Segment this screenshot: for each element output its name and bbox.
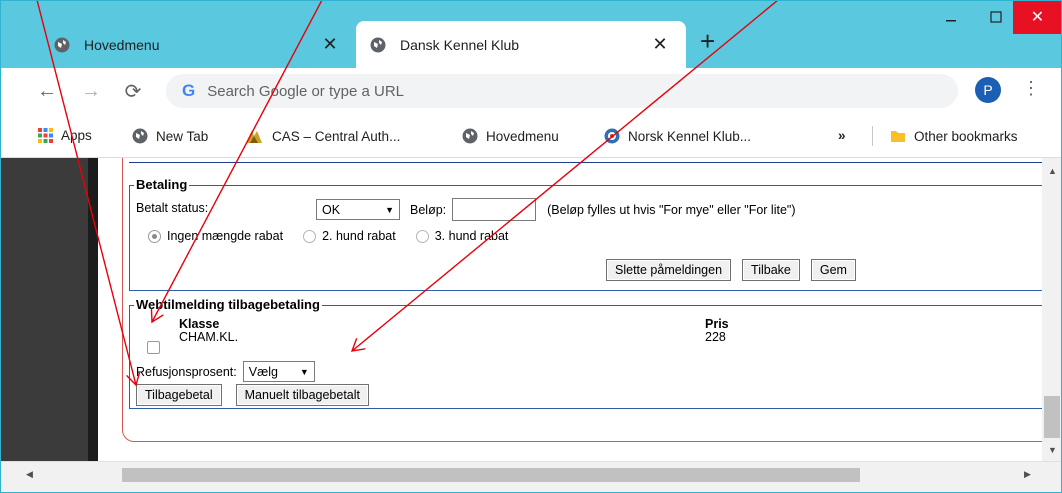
betaling-legend: Betaling <box>134 177 190 192</box>
refund-legend: Webtilmelding tilbagebetaling <box>134 297 322 312</box>
vertical-scroll-thumb[interactable] <box>1044 396 1060 438</box>
refund-percent-row: Refusjonsprosent: Vælg ▼ <box>136 361 315 382</box>
bookmarks-bar: Apps New Tab CAS – Central Auth... Hoved… <box>0 114 1062 158</box>
page-viewport: Betaling Betalt status: OK ▼ Beløp: (Bel… <box>0 158 1062 461</box>
left-sidebar <box>0 158 88 461</box>
main-content: Betaling Betalt status: OK ▼ Beløp: (Bel… <box>98 158 1062 461</box>
more-menu-icon[interactable]: ⋮ <box>1022 78 1040 99</box>
radio-label: Ingen mængde rabat <box>167 229 284 243</box>
cas-logo-icon <box>244 128 264 144</box>
address-bar-placeholder: Search Google or type a URL <box>207 82 405 100</box>
save-button[interactable]: Gem <box>810 259 856 281</box>
horizontal-scroll-thumb[interactable] <box>122 468 860 482</box>
new-tab-plus-icon[interactable]: + <box>700 28 715 54</box>
maximize-icon[interactable] <box>973 0 1018 34</box>
bookmark-label: Other bookmarks <box>914 128 1018 144</box>
bookmark-label: Norsk Kennel Klub... <box>628 128 752 144</box>
radio-label: 3. hund rabat <box>434 229 509 243</box>
globe-icon <box>370 37 386 53</box>
refund-button[interactable]: Tilbagebetal <box>136 384 222 406</box>
discount-radio-group: Ingen mængde rabat 2. hund rabat 3. hund… <box>148 229 508 243</box>
previous-section-border <box>129 158 1049 163</box>
manual-refund-button[interactable]: Manuelt tilbagebetalt <box>235 384 369 406</box>
refund-percent-value: Vælg <box>248 364 278 379</box>
radio-third-dog-discount[interactable] <box>415 229 429 243</box>
refund-row-pris: 228 <box>705 330 726 344</box>
globe-icon <box>54 37 70 53</box>
back-arrow-icon[interactable]: ← <box>32 76 62 106</box>
refund-header-klasse: Klasse <box>179 317 220 331</box>
payment-status-label: Betalt status: <box>136 200 209 215</box>
bookmark-new-tab[interactable]: New Tab <box>132 128 208 144</box>
refund-fieldset: Webtilmelding tilbagebetaling Klasse Pri… <box>129 297 1043 409</box>
dropdown-arrow-icon: ▼ <box>299 366 309 377</box>
other-bookmarks[interactable]: Other bookmarks <box>890 128 1018 144</box>
scroll-down-icon[interactable]: ▼ <box>1048 445 1057 455</box>
amount-label: Beløp: <box>410 202 447 217</box>
google-g-icon: G <box>182 81 196 100</box>
bookmark-label: Hovedmenu <box>486 128 559 144</box>
tab-title: Dansk Kennel Klub <box>400 36 520 53</box>
globe-icon <box>462 128 478 144</box>
apps-grid-icon <box>38 128 53 143</box>
minimize-icon[interactable] <box>928 0 973 34</box>
dropdown-arrow-icon: ▼ <box>385 204 394 215</box>
address-bar[interactable]: G Search Google or type a URL <box>166 74 958 108</box>
horizontal-scrollbar[interactable]: ◀ ▶ <box>0 461 1062 493</box>
forward-arrow-icon[interactable]: → <box>76 76 106 106</box>
globe-icon <box>132 128 148 144</box>
betaling-fieldset: Betaling Betalt status: OK ▼ Beløp: (Bel… <box>129 177 1043 291</box>
browser-titlebar: Hovedmenu ✕ Dansk Kennel Klub ✕ + ✕ <box>0 0 1062 68</box>
back-button[interactable]: Tilbake <box>742 259 800 281</box>
reload-icon[interactable]: ⟳ <box>118 76 148 106</box>
bookmark-label: New Tab <box>156 128 209 144</box>
radio-second-dog-discount[interactable] <box>303 229 317 243</box>
bookmark-norsk-kennel-klub[interactable]: Norsk Kennel Klub... <box>604 128 751 144</box>
amount-hint: (Beløp fylles ut hvis "For mye" eller "F… <box>547 202 796 217</box>
nkk-logo-icon <box>604 128 620 144</box>
scroll-left-icon[interactable]: ◀ <box>26 469 33 480</box>
profile-avatar[interactable]: P <box>975 77 1001 103</box>
refund-header-pris: Pris <box>705 317 729 331</box>
amount-input[interactable] <box>452 198 537 221</box>
radio-no-discount[interactable] <box>148 229 161 243</box>
refund-row-klasse: CHAM.KL. <box>179 330 239 344</box>
payment-status-select[interactable]: OK ▼ <box>316 199 400 220</box>
close-icon[interactable]: ✕ <box>318 33 342 57</box>
window-close-icon[interactable]: ✕ <box>1013 0 1062 34</box>
bookmark-label: CAS – Central Auth... <box>272 128 401 144</box>
tab-dansk-kennel-klub[interactable]: Dansk Kennel Klub ✕ <box>356 21 686 68</box>
payment-status-row: Betalt status: OK ▼ Beløp: (Beløp fylles… <box>136 194 796 221</box>
scroll-up-icon[interactable]: ▲ <box>1048 166 1057 176</box>
bookmarks-divider <box>872 126 873 146</box>
tab-title: Hovedmenu <box>84 36 160 53</box>
left-sidebar-edge <box>88 158 98 461</box>
browser-toolbar: ← → ⟳ G Search Google or type a URL P ⋮ <box>0 68 1062 114</box>
payment-status-value: OK <box>322 202 341 217</box>
refund-percent-label: Refusjonsprosent: <box>136 364 237 379</box>
tab-hovedmenu[interactable]: Hovedmenu ✕ <box>40 21 356 68</box>
bookmark-label: Apps <box>61 128 92 143</box>
refund-row-checkbox-wrap <box>147 341 160 354</box>
bookmark-apps[interactable]: Apps <box>38 128 92 143</box>
delete-registration-button[interactable]: Slette påmeldingen <box>606 259 732 281</box>
bookmark-cas[interactable]: CAS – Central Auth... <box>244 128 400 144</box>
betaling-actions: Slette påmeldingen Tilbake Gem <box>606 259 856 281</box>
close-icon[interactable]: ✕ <box>648 33 672 57</box>
bookmarks-overflow-button[interactable]: » <box>838 128 846 143</box>
bookmark-hovedmenu[interactable]: Hovedmenu <box>462 128 559 144</box>
radio-label: 2. hund rabat <box>322 229 396 243</box>
vertical-scrollbar[interactable]: ▲ ▼ <box>1042 158 1062 461</box>
scroll-right-icon[interactable]: ▶ <box>1024 469 1031 480</box>
refund-row-checkbox[interactable] <box>147 341 160 354</box>
refund-percent-select[interactable]: Vælg ▼ <box>242 361 315 382</box>
folder-icon <box>890 128 906 144</box>
refund-actions: Tilbagebetal Manuelt tilbagebetalt <box>136 384 369 406</box>
